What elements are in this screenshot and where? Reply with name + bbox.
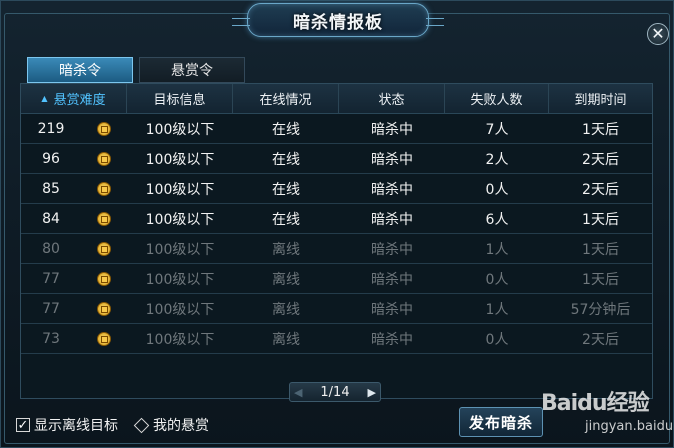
table-row[interactable]: 219 100级以下 在线 暗杀中 7人 1天后 [21, 114, 652, 144]
watermark-main: Baidu经验 [541, 391, 650, 416]
gold-coin-icon [97, 182, 111, 196]
title-plate: 暗杀情报板 [232, 3, 444, 37]
cell-difficulty: 73 [42, 330, 60, 347]
watermark-sub: jingyan.baidu.com [585, 419, 674, 434]
cell-difficulty: 219 [37, 120, 65, 137]
gold-coin-icon [97, 152, 111, 166]
gold-coin-icon [97, 212, 111, 226]
cell-online: 在线 [272, 211, 300, 228]
cell-fails: 7人 [485, 121, 509, 138]
cell-target: 100级以下 [145, 121, 215, 138]
table-row[interactable]: 96 100级以下 在线 暗杀中 2人 2天后 [21, 144, 652, 174]
cell-target: 100级以下 [145, 301, 215, 318]
cell-difficulty: 84 [42, 210, 60, 227]
cell-target: 100级以下 [145, 331, 215, 348]
diamond-icon [133, 417, 150, 433]
cell-expire: 2天后 [582, 181, 619, 198]
table-row[interactable]: 77 100级以下 离线 暗杀中 0人 1天后 [21, 264, 652, 294]
cell-fails: 2人 [485, 151, 509, 168]
cell-status: 暗杀中 [371, 151, 413, 168]
assassination-board-window: 暗杀情报板 ✕ 暗杀令 悬赏令 ▲ 悬赏难度 目标信息 在线情况 状态 失败人数… [0, 0, 674, 448]
cell-online: 在线 [272, 181, 300, 198]
table-row[interactable]: 80 100级以下 离线 暗杀中 1人 1天后 [21, 234, 652, 264]
cell-target: 100级以下 [145, 211, 215, 228]
cell-online: 在线 [272, 121, 300, 138]
show-offline-label: 显示离线目标 [34, 418, 118, 434]
cell-status: 暗杀中 [371, 241, 413, 258]
cell-fails: 0人 [485, 181, 509, 198]
column-header-online[interactable]: 在线情况 [233, 84, 339, 113]
cell-status: 暗杀中 [371, 211, 413, 228]
tab-assassination-order[interactable]: 暗杀令 [27, 57, 133, 83]
bounty-table: ▲ 悬赏难度 目标信息 在线情况 状态 失败人数 到期时间 219 100级以下在… [20, 83, 653, 399]
cell-status: 暗杀中 [371, 331, 413, 348]
cell-online: 在线 [272, 151, 300, 168]
cell-expire: 1天后 [582, 271, 619, 288]
cell-fails: 1人 [485, 241, 509, 258]
cell-expire: 57分钟后 [570, 301, 631, 318]
show-offline-checkbox[interactable]: ✓ 显示离线目标 [16, 415, 118, 435]
cell-status: 暗杀中 [371, 121, 413, 138]
cell-difficulty: 96 [42, 150, 60, 167]
close-button[interactable]: ✕ [647, 23, 669, 45]
table-row[interactable]: 73 100级以下 离线 暗杀中 0人 2天后 [21, 324, 652, 354]
close-icon: ✕ [651, 24, 665, 43]
cell-status: 暗杀中 [371, 181, 413, 198]
cell-status: 暗杀中 [371, 301, 413, 318]
table-row[interactable]: 84 100级以下 在线 暗杀中 6人 1天后 [21, 204, 652, 234]
cell-status: 暗杀中 [371, 271, 413, 288]
table-row[interactable]: 77 100级以下 离线 暗杀中 1人 57分钟后 [21, 294, 652, 324]
tab-bounty-order[interactable]: 悬赏令 [139, 57, 245, 83]
publish-assassination-button[interactable]: 发布暗杀 [459, 407, 543, 437]
cell-online: 离线 [272, 241, 300, 258]
cell-online: 离线 [272, 331, 300, 348]
gold-coin-icon [97, 122, 111, 136]
cell-expire: 2天后 [582, 151, 619, 168]
prev-page-button[interactable]: ◀ [294, 386, 302, 399]
column-header-status[interactable]: 状态 [339, 84, 445, 113]
gold-coin-icon [97, 302, 111, 316]
cell-expire: 1天后 [582, 211, 619, 228]
cell-difficulty: 77 [42, 270, 60, 287]
cell-target: 100级以下 [145, 241, 215, 258]
cell-difficulty: 77 [42, 300, 60, 317]
my-bounty-label: 我的悬赏 [153, 418, 209, 434]
cell-fails: 6人 [485, 211, 509, 228]
column-header-difficulty[interactable]: ▲ 悬赏难度 [21, 84, 127, 113]
cell-difficulty: 85 [42, 180, 60, 197]
table-row[interactable]: 85 100级以下 在线 暗杀中 0人 2天后 [21, 174, 652, 204]
cell-fails: 0人 [485, 271, 509, 288]
column-header-fails[interactable]: 失败人数 [445, 84, 549, 113]
column-header-target[interactable]: 目标信息 [127, 84, 233, 113]
gold-coin-icon [97, 272, 111, 286]
cell-expire: 1天后 [582, 241, 619, 258]
checkbox-box: ✓ [16, 417, 30, 433]
cell-fails: 1人 [485, 301, 509, 318]
pager: ◀ 1/14 ▶ [289, 382, 381, 402]
page-indicator: 1/14 [320, 384, 350, 400]
gold-coin-icon [97, 332, 111, 346]
table-header: ▲ 悬赏难度 目标信息 在线情况 状态 失败人数 到期时间 [21, 84, 652, 114]
gold-coin-icon [97, 242, 111, 256]
watermark: Baidu经验 jingyan.baidu.com [541, 375, 674, 447]
column-header-expire[interactable]: 到期时间 [549, 84, 652, 113]
sort-up-icon: ▲ [41, 94, 48, 103]
cell-target: 100级以下 [145, 181, 215, 198]
cell-fails: 0人 [485, 331, 509, 348]
cell-online: 离线 [272, 301, 300, 318]
cell-target: 100级以下 [145, 151, 215, 168]
cell-expire: 1天后 [582, 121, 619, 138]
cell-difficulty: 80 [42, 240, 60, 257]
cell-target: 100级以下 [145, 271, 215, 288]
window-title: 暗杀情报板 [293, 12, 383, 33]
next-page-button[interactable]: ▶ [368, 386, 376, 399]
cell-online: 离线 [272, 271, 300, 288]
my-bounty-toggle[interactable]: 我的悬赏 [133, 415, 209, 435]
cell-expire: 2天后 [582, 331, 619, 348]
